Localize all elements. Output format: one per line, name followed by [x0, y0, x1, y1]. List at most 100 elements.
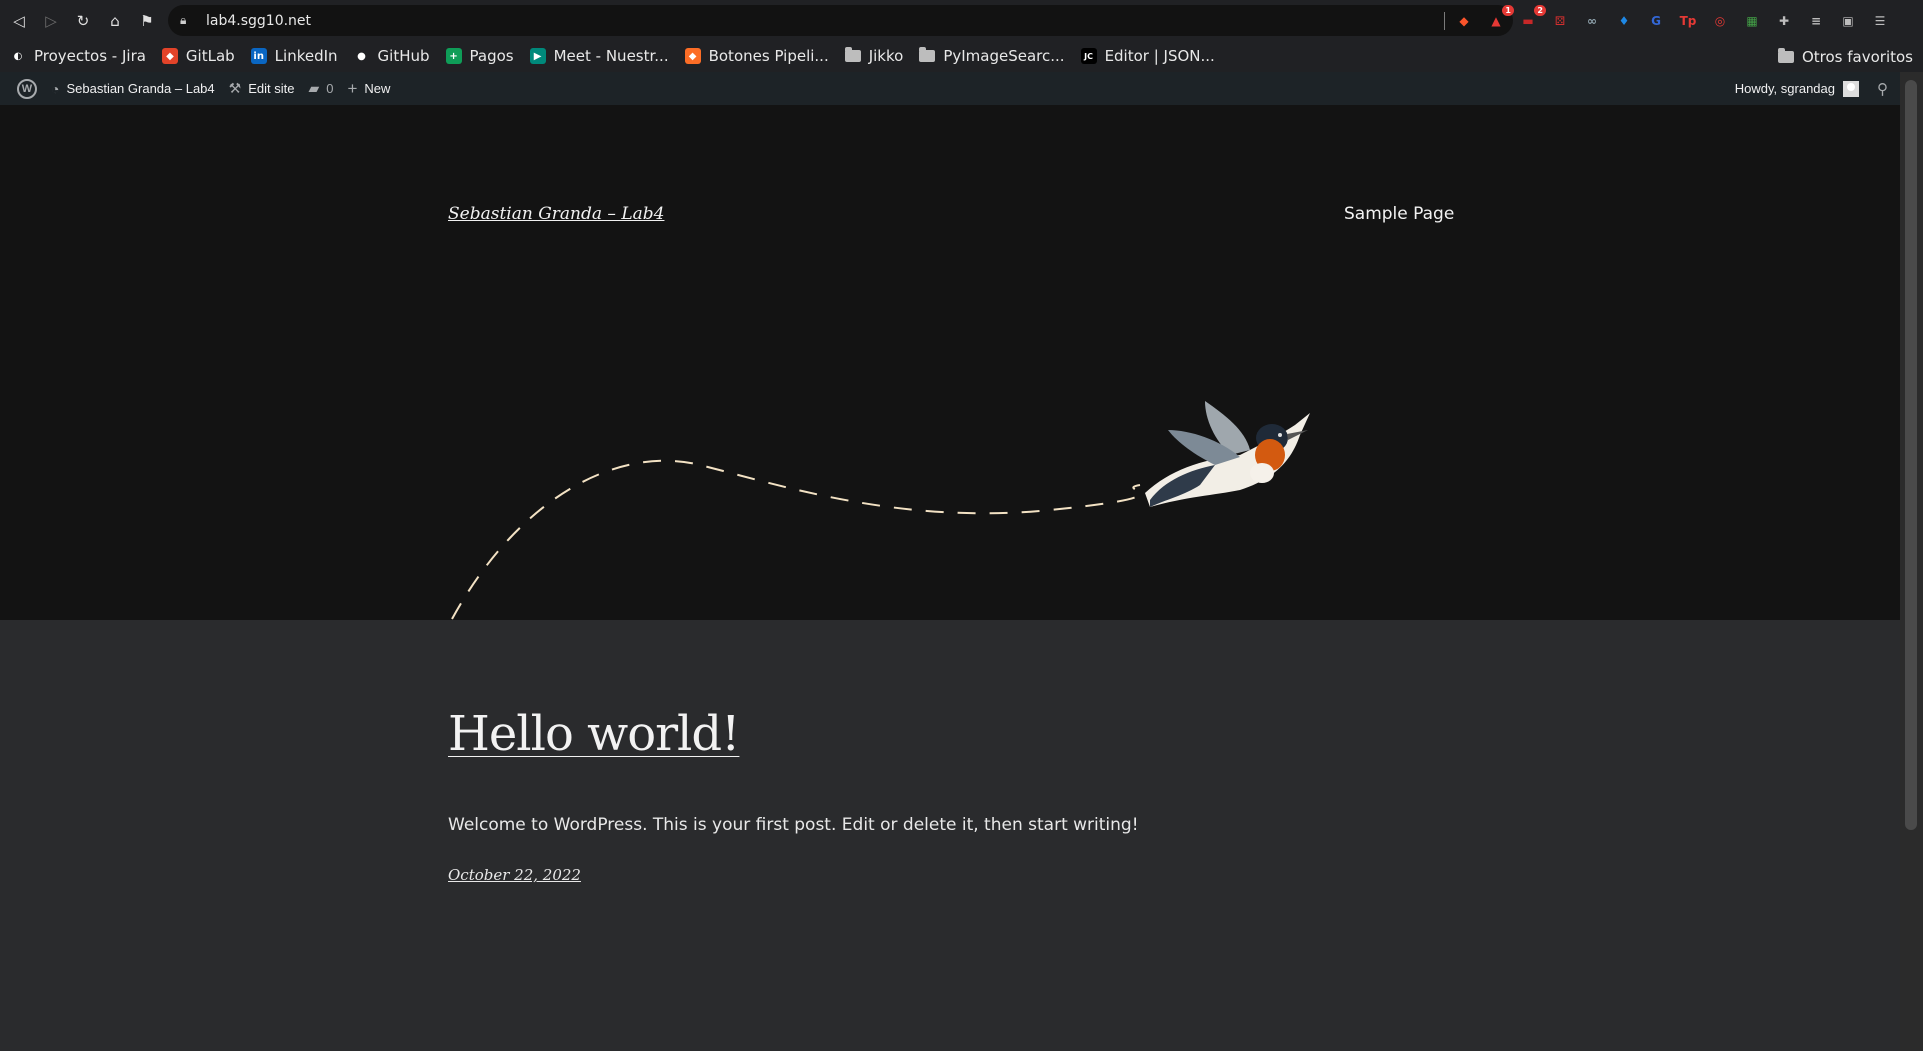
- bookmark-item[interactable]: ● GitHub: [354, 47, 429, 65]
- dashes-icon[interactable]: ▬ 2: [1516, 5, 1546, 33]
- bookmark-item[interactable]: Jikko: [844, 47, 904, 65]
- site-title[interactable]: Sebastian Granda – Lab4: [448, 204, 664, 224]
- dashboard-icon: ◔: [51, 80, 60, 97]
- bookmark-item[interactable]: ◆ GitLab: [161, 47, 235, 65]
- comment-icon: ▰: [308, 80, 320, 96]
- wallet-icon[interactable]: ▣: [1836, 9, 1860, 33]
- wp-admin-bar: W ◔ Sebastian Granda – Lab4 ⚒ Edit site …: [0, 72, 1900, 105]
- queue-icon-glyph: ≡: [1810, 14, 1822, 28]
- bookmark-label: PyImageSearc...: [943, 47, 1065, 65]
- brave-icon[interactable]: ◆: [1452, 9, 1476, 33]
- queue-icon[interactable]: ≡: [1804, 9, 1828, 33]
- forward-icon[interactable]: ▷: [40, 10, 62, 32]
- translate-icon[interactable]: G: [1644, 9, 1668, 33]
- post-title[interactable]: Hello world!: [448, 706, 740, 762]
- puzzle-icon-glyph: ✚: [1778, 14, 1790, 28]
- search-icon[interactable]: ⚲: [1877, 80, 1888, 98]
- extension-icons: ◆ ▲ 1 ▬ 2 ⚄ ∞ ♦ G Tp ◎ ▦ ✚ ≡ ▣ ☰: [1452, 5, 1892, 33]
- gitlab-icon: ◆: [684, 48, 701, 64]
- github-icon: ●: [357, 50, 366, 62]
- dashed-flight-path: [451, 459, 1141, 620]
- ring-icon-glyph: ◎: [1714, 14, 1726, 28]
- meet-icon: ▶: [529, 48, 546, 64]
- toolbar-divider: [1444, 12, 1445, 30]
- edit-site-link[interactable]: ⚒ Edit site: [229, 80, 295, 97]
- wp-menu[interactable]: W: [14, 78, 37, 99]
- bookmark-item[interactable]: ◐ Proyectos - Jira: [10, 47, 146, 65]
- post-excerpt: Welcome to WordPress. This is your first…: [448, 815, 1139, 835]
- new-content-link[interactable]: + New: [347, 79, 390, 99]
- bookmark-label: LinkedIn: [274, 47, 338, 65]
- header-illustration: [451, 401, 1310, 620]
- bookmark-item[interactable]: ◆ Botones Pipeli...: [684, 47, 829, 65]
- bookmark-item[interactable]: + Pagos: [445, 47, 514, 65]
- jsoncrack-icon: JC: [1080, 48, 1097, 64]
- menu-icon-glyph: ☰: [1874, 14, 1886, 28]
- howdy-text[interactable]: Howdy, sgrandag: [1735, 81, 1835, 96]
- bookmarks-bar: ◐ Proyectos - Jira ◆ GitLab in LinkedIn ● GitHu…: [0, 40, 1923, 72]
- diamond-icon-glyph: ♦: [1618, 14, 1630, 28]
- wallet-icon-glyph: ▣: [1842, 14, 1854, 28]
- address-bar[interactable]: 🔒︎ lab4.sgg10.net: [168, 5, 1513, 36]
- nav-sample-page[interactable]: Sample Page: [1344, 204, 1454, 224]
- bookmark-label: Jikko: [868, 47, 904, 65]
- gitlab-icon: ◆: [161, 48, 178, 64]
- ring-icon[interactable]: ◎: [1708, 9, 1732, 33]
- translate-icon-glyph: G: [1651, 14, 1661, 28]
- dice-icon-glyph: ⚄: [1554, 14, 1566, 28]
- plus-icon: +: [347, 78, 358, 98]
- tp-icon[interactable]: Tp: [1676, 9, 1700, 33]
- avatar[interactable]: [1843, 80, 1859, 97]
- other-bookmarks-label: Otros favoritos: [1801, 48, 1913, 66]
- brave-icon-glyph: ◆: [1459, 14, 1469, 28]
- edit-site-label: Edit site: [248, 81, 295, 96]
- folder-icon: [919, 47, 936, 62]
- reload-icon[interactable]: ↻: [72, 10, 94, 32]
- other-bookmarks[interactable]: Otros favoritos: [1777, 48, 1913, 66]
- bookmark-label: Editor | JSON...: [1104, 47, 1215, 65]
- scrollbar[interactable]: [1900, 72, 1923, 1051]
- admin-bar-right: Howdy, sgrandag ⚲: [1735, 72, 1888, 105]
- jira-icon: ◐: [13, 50, 23, 62]
- extension-badge: 1: [1502, 5, 1514, 16]
- bookmark-item[interactable]: ▶ Meet - Nuestr...: [529, 47, 669, 65]
- bookmark-item[interactable]: PyImageSearc...: [919, 47, 1065, 65]
- admin-site-name[interactable]: ◔ Sebastian Granda – Lab4: [51, 81, 215, 97]
- bookmark-item[interactable]: JC Editor | JSON...: [1080, 47, 1215, 65]
- dice-icon[interactable]: ⚄: [1548, 9, 1572, 33]
- url-text[interactable]: lab4.sgg10.net: [206, 13, 311, 29]
- nav-buttons: ◁ ▷ ↻ ⌂ ⚑: [8, 10, 158, 32]
- bookmark-icon[interactable]: ⚑: [136, 10, 158, 32]
- home-icon[interactable]: ⌂: [104, 10, 126, 32]
- alert-icon-glyph: ▲: [1491, 14, 1501, 28]
- new-label: New: [364, 81, 391, 96]
- glasses-icon[interactable]: ∞: [1580, 9, 1604, 33]
- bookmark-label: GitLab: [185, 47, 235, 65]
- diamond-icon[interactable]: ♦: [1612, 9, 1636, 33]
- extension-badge: 2: [1534, 5, 1546, 16]
- browser-toolbar: ◁ ▷ ↻ ⌂ ⚑ 🔒︎ lab4.sgg10.net ◆ ▲ 1 ▬ 2 ⚄ ∞ ♦ G Tp ◎…: [0, 0, 1923, 40]
- tp-icon-glyph: Tp: [1679, 14, 1697, 28]
- menu-icon[interactable]: ☰: [1868, 9, 1892, 33]
- bird-icon: [1145, 401, 1310, 507]
- sheets-icon: +: [445, 48, 462, 64]
- folder-icon: [844, 47, 861, 62]
- map-icon-glyph: ▦: [1746, 14, 1758, 28]
- comments-link[interactable]: ▰ 0: [308, 80, 333, 97]
- comments-count: 0: [326, 81, 334, 96]
- main-content: Hello world! Welcome to WordPress. This …: [0, 620, 1900, 1051]
- folder-icon: [1777, 48, 1794, 63]
- map-icon[interactable]: ▦: [1740, 9, 1764, 33]
- bookmark-label: Botones Pipeli...: [708, 47, 829, 65]
- scrollbar-thumb[interactable]: [1905, 80, 1917, 830]
- bookmark-item[interactable]: in LinkedIn: [250, 47, 338, 65]
- bookmark-label: Proyectos - Jira: [34, 47, 146, 65]
- puzzle-icon[interactable]: ✚: [1772, 9, 1796, 33]
- alert-icon[interactable]: ▲ 1: [1484, 5, 1514, 33]
- site-header: Sebastian Granda – Lab4 Sample Page: [0, 105, 1900, 620]
- back-icon[interactable]: ◁: [8, 10, 30, 32]
- wordpress-icon: W: [17, 78, 37, 99]
- post-date[interactable]: October 22, 2022: [448, 866, 581, 884]
- dashes-icon-glyph: ▬: [1522, 14, 1534, 28]
- admin-site-name-label: Sebastian Granda – Lab4: [66, 81, 215, 96]
